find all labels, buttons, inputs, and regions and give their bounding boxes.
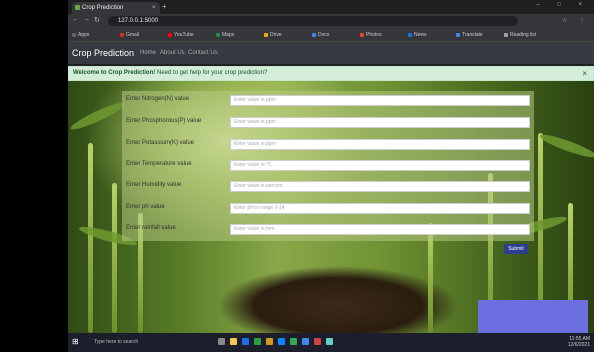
new-tab-button[interactable]: + — [162, 2, 167, 12]
temperature-label: Enter Temperature value — [126, 161, 192, 167]
address-bar[interactable]: 127.0.0.1:5000 — [108, 16, 518, 26]
back-icon[interactable]: ← — [72, 16, 79, 23]
phosphorous-label: Enter Phosphorous(P) value — [126, 118, 202, 124]
alert-message: Welcome to Crop Prediction! Need to get … — [73, 70, 267, 76]
nav-link-contact[interactable]: Contact Us — [188, 50, 218, 56]
form-row-temperature: Enter Temperature value Enter value in °… — [126, 160, 530, 172]
bookmark-label: Translate — [462, 32, 483, 38]
browser-tab[interactable]: Crop Prediction × — [72, 2, 160, 14]
nitrogen-input[interactable]: Enter value in ppm — [230, 95, 530, 106]
form-row-phosphorous: Enter Phosphorous(P) value Enter value i… — [126, 117, 530, 129]
bookmark-icon — [264, 32, 268, 37]
corn-stalk — [88, 143, 93, 333]
bookmark-item[interactable]: Translate — [456, 31, 483, 39]
browser-menu-icons[interactable]: ☆ ⋮ — [562, 17, 590, 24]
humidity-label: Enter Humidity value — [126, 182, 182, 188]
alert-title: Welcome to Crop Prediction! — [73, 70, 156, 76]
bookmark-item[interactable]: YouTube — [168, 31, 194, 39]
bookmark-item[interactable]: Reading list — [504, 31, 536, 39]
bookmark-item[interactable]: Photos — [360, 31, 382, 39]
bookmark-label: Gmail — [126, 32, 140, 38]
windows-taskbar: ⊞ Type here to search 11:55 AM 12/6/2021 — [68, 333, 594, 352]
app-navbar: Crop Prediction Home About Us Contact Us — [68, 42, 594, 64]
bookmark-icon — [120, 32, 124, 37]
form-row-ph: Enter ph value Enter pH in range 0-14 — [126, 203, 530, 215]
bookmark-icon — [312, 32, 316, 37]
bookmark-label: News — [414, 32, 427, 38]
alert-close-icon[interactable]: × — [582, 69, 587, 78]
bookmark-icon — [504, 32, 508, 37]
browser-toolbar: ← → ↻ 127.0.0.1:5000 ☆ ⋮ — [68, 14, 594, 29]
form-row-potassium: Enter Potassium(K) value Enter value in … — [126, 139, 530, 151]
nav-link-home[interactable]: Home — [140, 50, 156, 56]
alert-body: Need to get help for your crop predictio… — [155, 70, 268, 76]
taskbar-search[interactable]: Type here to search — [86, 337, 176, 348]
bookmark-icon — [408, 32, 412, 37]
taskbar-app-icon[interactable] — [230, 338, 237, 345]
taskbar-app-icon[interactable] — [218, 338, 225, 345]
bookmark-item[interactable]: News — [408, 31, 427, 39]
submit-button[interactable]: Submit — [504, 244, 528, 254]
bookmark-label: YouTube — [174, 32, 194, 38]
taskbar-app-icon[interactable] — [314, 338, 321, 345]
form-row-nitrogen: Enter Nitrogen(N) value Enter value in p… — [126, 95, 530, 107]
taskbar-app-icon[interactable] — [278, 338, 285, 345]
bookmark-icon — [168, 32, 172, 37]
leaf — [68, 98, 128, 134]
potassium-label: Enter Potassium(K) value — [126, 140, 195, 146]
reload-icon[interactable]: ↻ — [94, 16, 100, 24]
window-controls[interactable]: – □ × — [536, 2, 590, 8]
forward-icon[interactable]: → — [83, 16, 90, 23]
taskbar-app-icon[interactable] — [254, 338, 261, 345]
phosphorous-input[interactable]: Enter value in ppm — [230, 117, 530, 128]
bookmark-item[interactable]: Maps — [216, 31, 234, 39]
bookmarks-bar: Apps Gmail YouTube Maps Drive Docs Photos News T… — [68, 29, 594, 42]
bookmark-label: Photos — [366, 32, 382, 38]
bookmark-icon — [360, 32, 364, 37]
bookmark-icon — [216, 32, 220, 37]
system-tray: 11:55 AM 12/6/2021 — [568, 336, 590, 348]
bookmark-label: Maps — [222, 32, 235, 38]
taskbar-app-icon[interactable] — [302, 338, 309, 345]
tab-close-icon[interactable]: × — [152, 2, 156, 14]
form-row-rainfall: Enter rainfall value Enter value in mm — [126, 224, 530, 236]
bookmark-item[interactable]: Apps — [72, 31, 89, 39]
humidity-input[interactable]: Enter value in percent — [230, 181, 530, 192]
bookmark-item[interactable]: Gmail — [120, 31, 139, 39]
taskbar-app-icon[interactable] — [326, 338, 333, 345]
bookmark-item[interactable]: Docs — [312, 31, 329, 39]
taskbar-app-icon[interactable] — [266, 338, 273, 345]
bookmark-item[interactable]: Drive — [264, 31, 282, 39]
tray-date[interactable]: 12/6/2021 — [568, 342, 590, 348]
bookmark-label: Docs — [318, 32, 330, 38]
bookmark-label: Apps — [78, 32, 90, 38]
bookmark-label: Reading list — [510, 32, 537, 38]
nitrogen-label: Enter Nitrogen(N) value — [126, 96, 190, 102]
bookmark-icon — [456, 32, 460, 37]
app-brand[interactable]: Crop Prediction — [72, 48, 134, 58]
desktop-screen: Crop Prediction × + – □ × ← → ↻ 127.0.0.… — [68, 0, 594, 352]
crop-prediction-form: Enter Nitrogen(N) value Enter value in p… — [122, 91, 534, 241]
browser-tabstrip: Crop Prediction × + – □ × — [68, 0, 594, 14]
bookmark-icon — [72, 32, 76, 37]
ph-input[interactable]: Enter pH in range 0-14 — [230, 203, 530, 214]
nav-link-about[interactable]: About Us — [160, 50, 185, 56]
notification-popup[interactable] — [478, 300, 588, 333]
favicon-icon — [75, 5, 80, 10]
taskbar-app-icon[interactable] — [242, 338, 249, 345]
bookmark-label: Drive — [270, 32, 282, 38]
temperature-input[interactable]: Enter value in °C — [230, 160, 530, 171]
taskbar-app-icon[interactable] — [290, 338, 297, 345]
rainfall-label: Enter rainfall value — [126, 225, 176, 231]
tab-title: Crop Prediction — [82, 5, 124, 11]
welcome-alert: Welcome to Crop Prediction! Need to get … — [68, 66, 594, 81]
leaf — [538, 131, 594, 161]
windows-start-icon[interactable]: ⊞ — [72, 338, 80, 346]
corn-stalk — [112, 183, 117, 333]
ph-label: Enter ph value — [126, 204, 165, 210]
rainfall-input[interactable]: Enter value in mm — [230, 224, 530, 235]
potassium-input[interactable]: Enter value in ppm — [230, 139, 530, 150]
form-row-humidity: Enter Humidity value Enter value in perc… — [126, 181, 530, 193]
